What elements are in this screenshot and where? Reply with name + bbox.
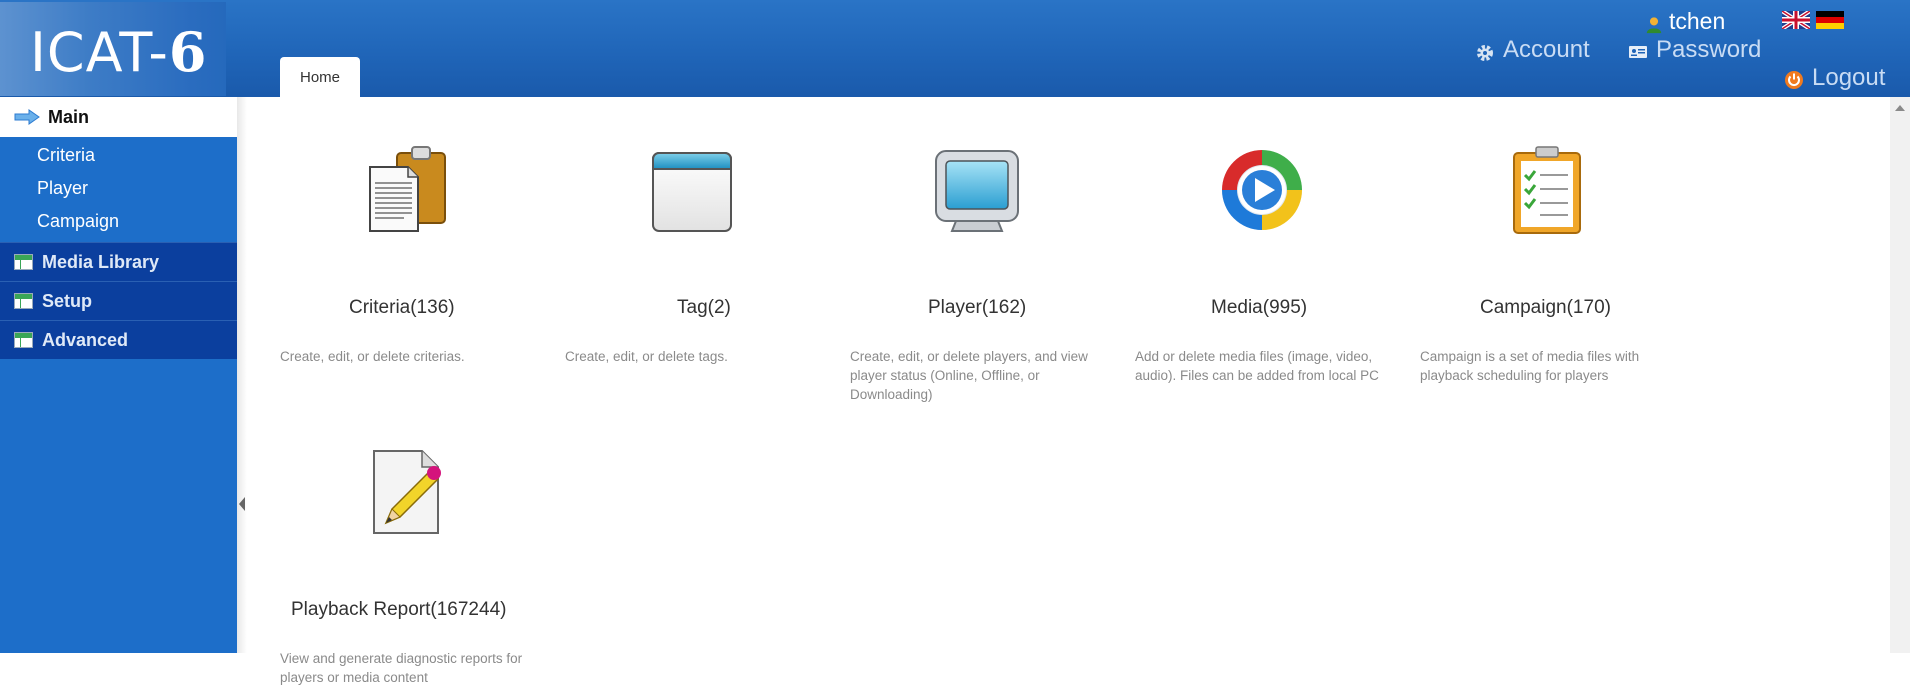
- logout-label: Logout: [1812, 64, 1886, 91]
- card-title: Player(162): [928, 297, 1027, 318]
- sidebar-collapse-handle[interactable]: [237, 97, 247, 653]
- sidebar-group-setup[interactable]: Setup: [0, 281, 237, 320]
- logo[interactable]: ICAT-6: [0, 2, 226, 96]
- sidebar-group-label: Media Library: [42, 251, 160, 272]
- card-title: Tag(2): [677, 297, 731, 318]
- card-description: Add or delete media files (image, video,…: [1135, 349, 1379, 383]
- username: tchen: [1669, 8, 1726, 34]
- card-title: Playback Report(167244): [291, 599, 507, 620]
- monitor-icon: [935, 150, 1019, 232]
- tag-window-icon: [652, 152, 732, 232]
- account-label: Account: [1503, 36, 1590, 63]
- card-title: Criteria(136): [349, 297, 455, 318]
- card-description: Campaign is a set of media files with pl…: [1420, 349, 1640, 383]
- logout-link[interactable]: Logout: [1784, 64, 1885, 92]
- table-icon: [14, 293, 33, 309]
- uk-flag-icon[interactable]: [1782, 11, 1810, 29]
- sidebar-group-label: Advanced: [42, 329, 129, 350]
- sidebar: Main Criteria Player Campaign Media Libr…: [0, 97, 237, 653]
- card-title: Media(995): [1211, 297, 1308, 318]
- card-description: Create, edit, or delete criterias.: [280, 349, 465, 364]
- germany-flag-icon[interactable]: [1816, 11, 1844, 29]
- account-link[interactable]: Account: [1475, 36, 1590, 64]
- media-play-icon: [1222, 150, 1302, 230]
- sidebar-item-main[interactable]: Main: [0, 97, 237, 137]
- logo-text: ICAT-6: [30, 20, 208, 84]
- scroll-up-arrow-icon[interactable]: [1895, 105, 1905, 111]
- id-card-icon: [1629, 46, 1647, 58]
- clipboard-documents-icon: [369, 146, 446, 232]
- card-description: Create, edit, or delete tags.: [565, 349, 728, 364]
- user-icon: [1646, 16, 1662, 33]
- password-link[interactable]: Password: [1628, 36, 1761, 64]
- header-bar: ICAT-6 Home tchen Account Password Logou…: [0, 0, 1910, 97]
- table-icon: [14, 254, 33, 270]
- sidebar-item-criteria[interactable]: Criteria: [0, 139, 237, 172]
- sidebar-group-media-library[interactable]: Media Library: [0, 242, 237, 281]
- power-icon: [1785, 71, 1803, 89]
- tab-home[interactable]: Home: [280, 57, 360, 97]
- gear-icon: [1477, 45, 1493, 61]
- collapse-arrow-icon: [239, 497, 245, 511]
- pencil-document-icon: [373, 450, 441, 534]
- arrow-right-icon: [14, 109, 40, 125]
- sidebar-item-campaign[interactable]: Campaign: [0, 205, 237, 238]
- card-description: Create, edit, or delete players, and vie…: [850, 349, 1088, 402]
- password-label: Password: [1656, 36, 1762, 63]
- card-title: Campaign(170): [1480, 297, 1611, 318]
- main-content: Criteria(136) Create, edit, or delete cr…: [247, 97, 1890, 685]
- sidebar-main-label: Main: [48, 106, 90, 127]
- sidebar-group-label: Setup: [42, 290, 93, 311]
- sidebar-group-advanced[interactable]: Advanced: [0, 320, 237, 359]
- card-description: View and generate diagnostic reports for…: [280, 651, 523, 685]
- sidebar-sub-list: Criteria Player Campaign: [0, 137, 237, 242]
- vertical-scrollbar[interactable]: [1890, 97, 1910, 653]
- table-icon: [14, 332, 33, 348]
- checklist-clipboard-icon: [1513, 146, 1581, 234]
- sidebar-item-player[interactable]: Player: [0, 172, 237, 205]
- user-display: tchen: [1645, 8, 1725, 35]
- language-flags: [1782, 11, 1844, 29]
